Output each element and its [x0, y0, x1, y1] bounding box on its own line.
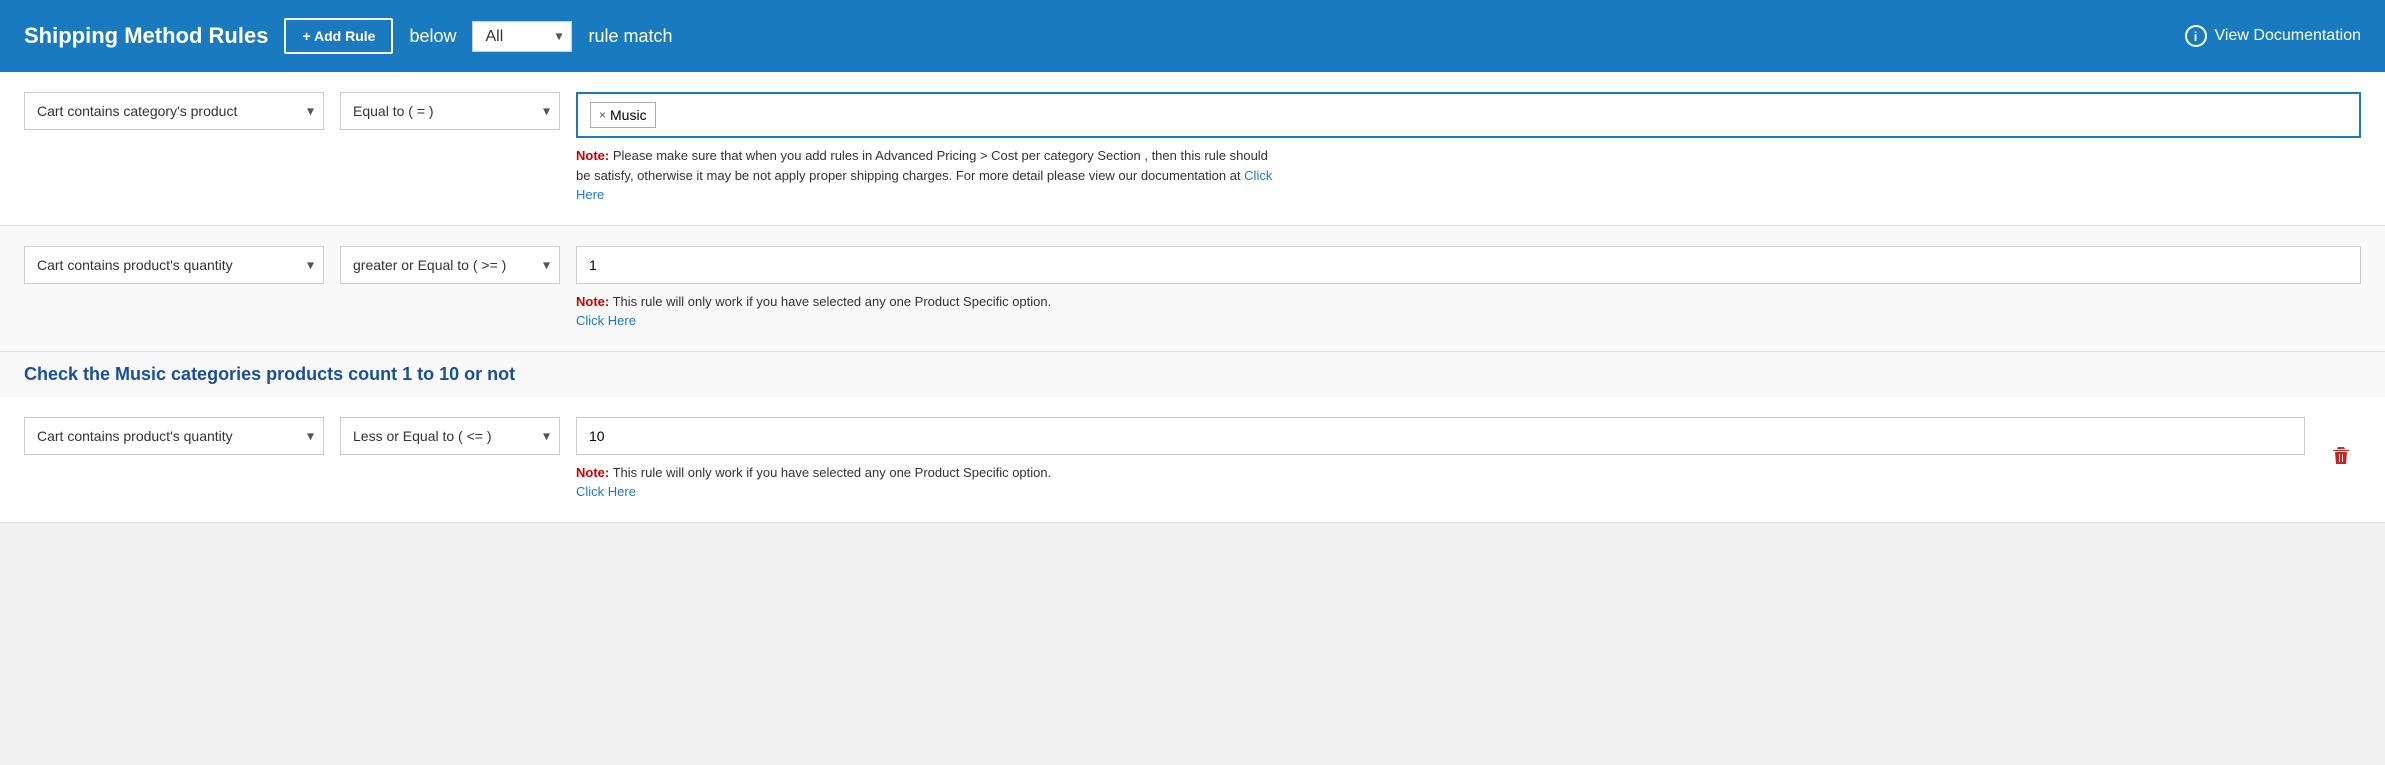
delete-rule-3-button[interactable]: [2321, 436, 2361, 482]
condition-select-2[interactable]: Cart contains category's product Cart co…: [24, 246, 324, 284]
note-body-1: Please make sure that when you add rules…: [576, 148, 1268, 183]
note-1: Note: Please make sure that when you add…: [576, 146, 1276, 205]
rule-value-area-2: Note: This rule will only work if you ha…: [576, 246, 2361, 331]
view-documentation-link[interactable]: i View Documentation: [2185, 25, 2361, 47]
condition-select-3[interactable]: Cart contains category's product Cart co…: [24, 417, 324, 455]
info-icon: i: [2185, 25, 2207, 47]
operator-select-3[interactable]: Equal to ( = ) Not Equal to ( != ) Great…: [340, 417, 560, 455]
number-input-3[interactable]: [576, 417, 2305, 455]
annotation-text: Check the Music categories products coun…: [0, 352, 2385, 397]
add-rule-button[interactable]: + Add Rule: [284, 18, 393, 54]
match-type-select[interactable]: All Any: [472, 21, 572, 52]
view-docs-label: View Documentation: [2215, 27, 2361, 45]
condition-select-wrapper-1: Cart contains category's product Cart co…: [24, 92, 324, 130]
tag-music: × Music: [590, 102, 656, 128]
rule-value-area-3: Note: This rule will only work if you ha…: [576, 417, 2305, 502]
trash-icon: [2329, 444, 2353, 468]
match-select-wrapper: All Any: [472, 21, 572, 52]
operator-select-wrapper-1: Equal to ( = ) Not Equal to ( != ) Great…: [340, 92, 560, 130]
rule-value-area-1: × Music Note: Please make sure that when…: [576, 92, 2361, 205]
page-header: Shipping Method Rules + Add Rule below A…: [0, 0, 2385, 72]
note-3: Note: This rule will only work if you ha…: [576, 463, 1276, 502]
note-body-3: This rule will only work if you have sel…: [613, 465, 1052, 480]
rule-match-text: rule match: [588, 26, 672, 47]
note-2: Note: This rule will only work if you ha…: [576, 292, 1276, 331]
note-body-2: This rule will only work if you have sel…: [613, 294, 1052, 309]
tag-input-1[interactable]: × Music: [576, 92, 2361, 138]
condition-select-wrapper-2: Cart contains category's product Cart co…: [24, 246, 324, 284]
condition-select-1[interactable]: Cart contains category's product Cart co…: [24, 92, 324, 130]
condition-select-wrapper-3: Cart contains category's product Cart co…: [24, 417, 324, 455]
note-label-2: Note:: [576, 294, 609, 309]
tag-remove-icon[interactable]: ×: [599, 108, 606, 122]
operator-select-2[interactable]: Equal to ( = ) Not Equal to ( != ) Great…: [340, 246, 560, 284]
rule-row-2: Cart contains category's product Cart co…: [0, 226, 2385, 352]
rule-row-3: Cart contains category's product Cart co…: [0, 397, 2385, 523]
note-label-3: Note:: [576, 465, 609, 480]
operator-select-1[interactable]: Equal to ( = ) Not Equal to ( != ) Great…: [340, 92, 560, 130]
rule-row-1: Cart contains category's product Cart co…: [0, 72, 2385, 226]
note-link-3[interactable]: Click Here: [576, 484, 636, 499]
operator-select-wrapper-3: Equal to ( = ) Not Equal to ( != ) Great…: [340, 417, 560, 455]
note-label-1: Note:: [576, 148, 609, 163]
note-link-2[interactable]: Click Here: [576, 313, 636, 328]
page-title: Shipping Method Rules: [24, 23, 268, 49]
number-input-2[interactable]: [576, 246, 2361, 284]
below-text: below: [409, 26, 456, 47]
operator-select-wrapper-2: Equal to ( = ) Not Equal to ( != ) Great…: [340, 246, 560, 284]
tag-label: Music: [610, 107, 647, 123]
main-content: Cart contains category's product Cart co…: [0, 72, 2385, 523]
